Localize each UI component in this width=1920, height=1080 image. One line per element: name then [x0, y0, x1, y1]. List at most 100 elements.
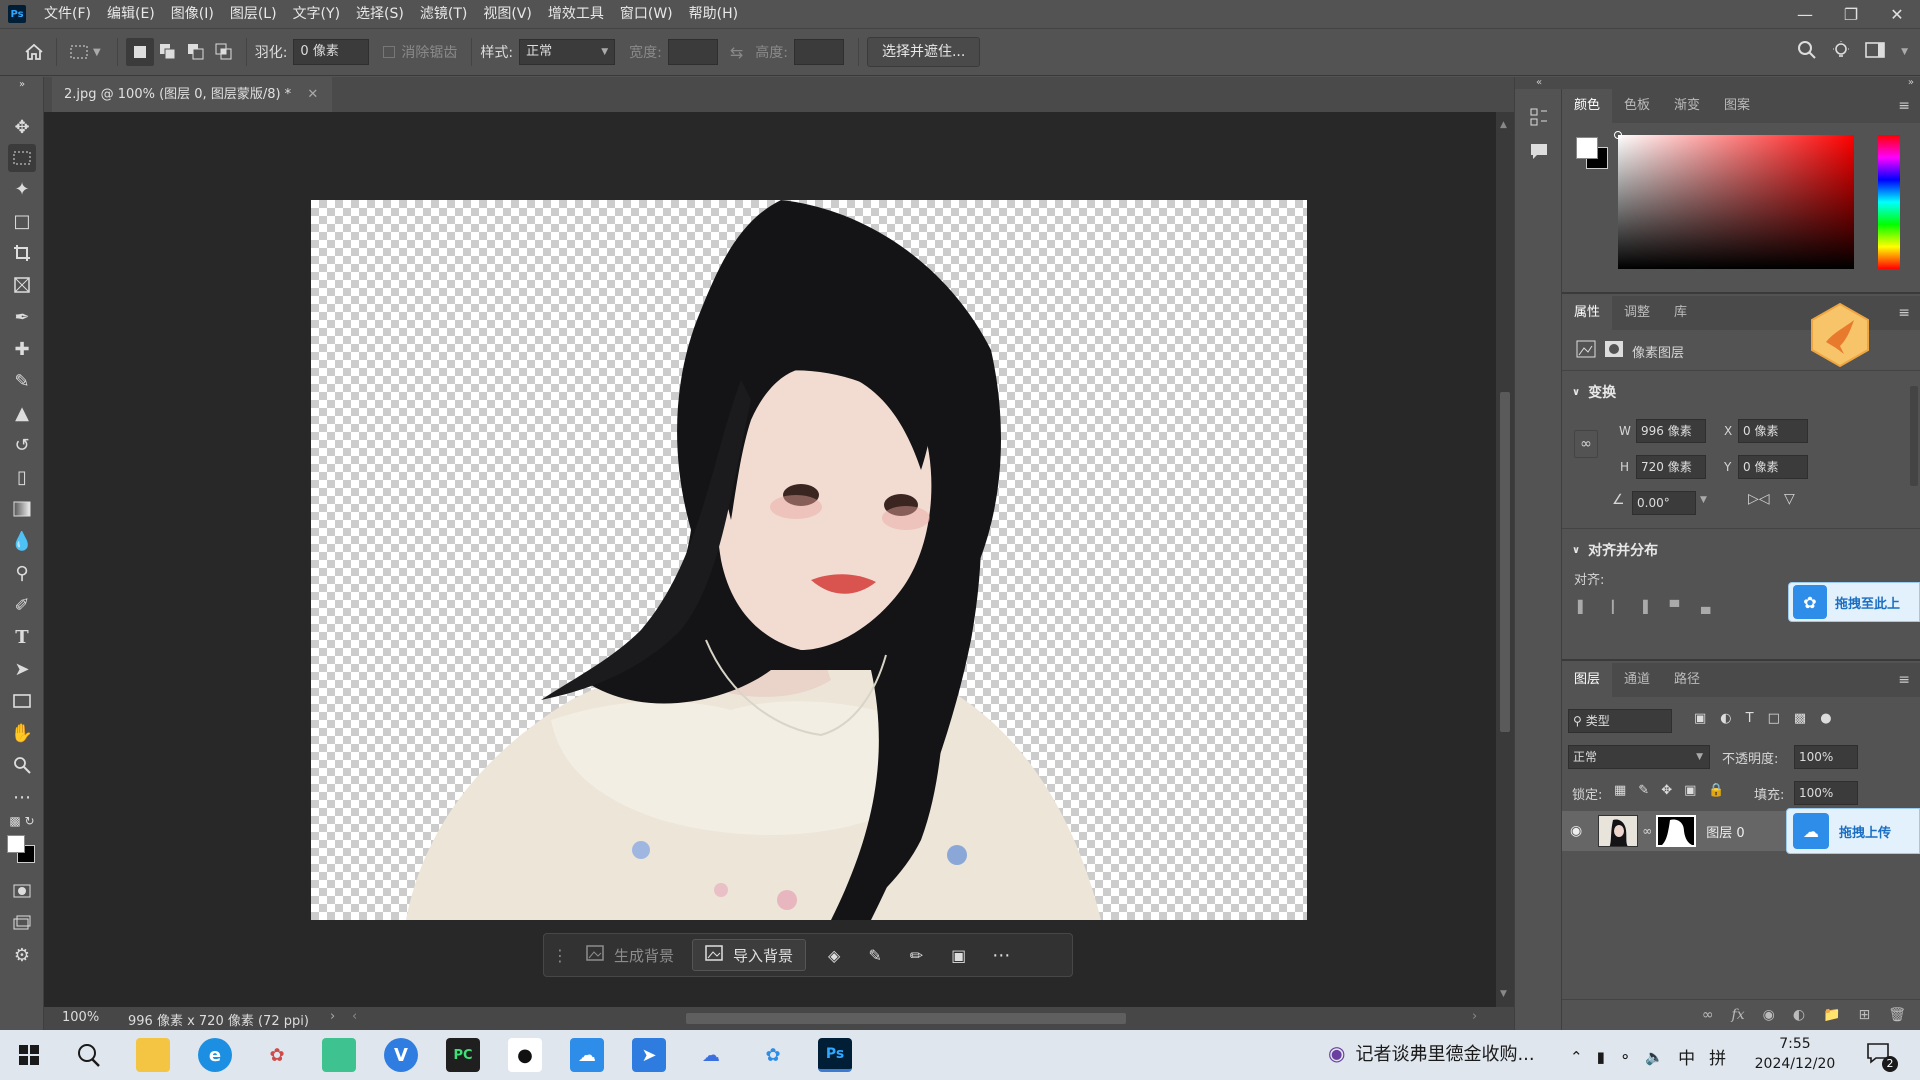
generate-background-button[interactable]: 生成背景 — [574, 939, 686, 971]
home-icon[interactable] — [20, 38, 48, 66]
object-selection-tool-icon[interactable]: ✦ — [8, 175, 36, 203]
app-v-icon[interactable]: V — [384, 1038, 418, 1072]
scroll-down-icon[interactable]: ▼ — [1500, 989, 1507, 999]
align-bottom-icon[interactable]: ▄ — [1701, 600, 1710, 614]
path-selection-tool-icon[interactable]: ➤ — [8, 655, 36, 683]
lock-pixels-icon[interactable]: ✎ — [1638, 783, 1649, 798]
menu-image[interactable]: 图像(I) — [163, 0, 222, 28]
layer-thumbnail[interactable] — [1598, 815, 1639, 847]
battery-icon[interactable]: ▮ — [1597, 1048, 1605, 1066]
add-mask-icon[interactable]: ◉ — [1763, 1007, 1775, 1023]
move-tool-icon[interactable]: ✥ — [8, 113, 36, 141]
zoom-level[interactable]: 100% — [62, 1010, 99, 1025]
crop-tool-icon[interactable] — [8, 239, 36, 267]
menu-layer[interactable]: 图层(L) — [222, 0, 285, 28]
blend-mode-select[interactable]: 正常 ▼ — [1568, 745, 1710, 769]
screen-mode-icon[interactable] — [8, 909, 36, 937]
menu-file[interactable]: 文件(F) — [36, 0, 99, 28]
panel-menu-icon[interactable]: ≡ — [1898, 98, 1910, 114]
restore-icon[interactable]: ❐ — [1828, 5, 1874, 24]
subtract-selection-icon[interactable] — [182, 38, 210, 66]
zoom-tool-icon[interactable] — [8, 751, 36, 779]
antialias-checkbox[interactable] — [383, 46, 396, 58]
rectangle-tool-icon[interactable] — [8, 687, 36, 715]
search-icon[interactable] — [1797, 40, 1817, 64]
snipping-tool-icon[interactable]: ✿ — [260, 1038, 294, 1072]
panda-app-icon[interactable]: ● — [508, 1038, 542, 1072]
tab-layers[interactable]: 图层 — [1562, 663, 1613, 697]
frame-tool-icon[interactable] — [8, 271, 36, 299]
feather-input[interactable]: 0 像素 — [293, 39, 370, 65]
fill-field[interactable]: 100% — [1794, 781, 1858, 805]
status-menu-arrow-icon[interactable]: › — [330, 1009, 335, 1024]
history-panel-icon[interactable] — [1529, 107, 1549, 131]
align-top-icon[interactable]: ▀ — [1670, 600, 1679, 614]
filter-toggle-icon[interactable]: ● — [1820, 711, 1831, 726]
lock-transparency-icon[interactable]: ▦ — [1614, 783, 1626, 798]
style-select[interactable]: 正常 ▼ — [519, 39, 616, 65]
visibility-eye-icon[interactable]: ◉ — [1570, 823, 1582, 839]
feishu-icon[interactable]: ➤ — [632, 1038, 666, 1072]
tab-channels[interactable]: 通道 — [1612, 663, 1662, 697]
layer-filter-select[interactable]: ⚲ 类型 — [1568, 709, 1672, 733]
align-right-icon[interactable]: ▐ — [1638, 600, 1647, 614]
onedrive-icon[interactable]: ☁ — [694, 1038, 728, 1072]
collapse-arrows-icon[interactable]: « — [1515, 77, 1563, 89]
width-field[interactable]: 996 像素 — [1636, 419, 1706, 443]
delete-layer-icon[interactable]: 🗑 — [1888, 1007, 1906, 1023]
ime-language[interactable]: 中 — [1678, 1044, 1695, 1069]
quick-selection-tool-icon[interactable]: □ — [8, 207, 36, 235]
collapse-arrows-icon[interactable]: » — [1562, 77, 1920, 89]
menu-type[interactable]: 文字(Y) — [285, 0, 348, 28]
document-dimensions[interactable]: 996 像素 x 720 像素 (72 ppi) — [128, 1010, 309, 1029]
align-center-h-icon[interactable]: ┃ — [1609, 600, 1616, 614]
transform-section-header[interactable]: ∨ 变换 — [1572, 382, 1616, 402]
baidu-netdisk-icon[interactable]: ✿ — [756, 1038, 790, 1072]
menu-filter[interactable]: 滤镜(T) — [412, 0, 475, 28]
tab-properties[interactable]: 属性 — [1562, 296, 1613, 330]
dodge-tool-icon[interactable]: ⚲ — [8, 559, 36, 587]
menu-plugins[interactable]: 增效工具 — [540, 0, 612, 28]
tab-gradients[interactable]: 渐变 — [1662, 89, 1712, 123]
close-window-icon[interactable]: ✕ — [1874, 5, 1920, 24]
import-background-button[interactable]: 导入背景 — [692, 939, 807, 971]
edge-browser-icon[interactable]: e — [198, 1038, 232, 1072]
eyedropper-tool-icon[interactable]: ✒ — [8, 303, 36, 331]
history-brush-tool-icon[interactable]: ↺ — [8, 431, 36, 459]
fill-mask-icon[interactable]: ◈ — [828, 946, 840, 965]
layer-mask-thumbnail[interactable] — [1656, 815, 1697, 847]
scroll-right-icon[interactable]: › — [1472, 1009, 1477, 1024]
x-position-field[interactable]: 0 像素 — [1738, 419, 1808, 443]
type-tool-icon[interactable]: T — [8, 623, 36, 651]
drag-upload-overlay[interactable]: ✿ 拖拽至此上 — [1788, 582, 1920, 622]
notification-center-icon[interactable]: 2 — [1866, 1042, 1898, 1072]
align-section-header[interactable]: ∨ 对齐并分布 — [1572, 540, 1658, 560]
photoshop-taskbar-icon[interactable]: Ps — [818, 1038, 852, 1072]
gradient-tool-icon[interactable] — [8, 495, 36, 523]
filter-pixel-icon[interactable]: ▣ — [1694, 711, 1706, 726]
chevron-down-icon[interactable]: ▼ — [93, 47, 101, 58]
add-to-mask-icon[interactable]: ✏ — [910, 946, 923, 965]
opacity-field[interactable]: 100% — [1794, 745, 1858, 769]
flip-vertical-icon[interactable]: ▽ — [1784, 491, 1795, 507]
lock-all-icon[interactable]: 🔒 — [1708, 783, 1724, 798]
rectangular-marquee-tool-icon[interactable] — [8, 144, 36, 172]
chevron-down-icon[interactable]: ▼ — [1901, 47, 1908, 57]
menu-select[interactable]: 选择(S) — [348, 0, 412, 28]
vertical-scroll-thumb[interactable] — [1500, 392, 1510, 732]
align-left-icon[interactable]: ▌ — [1578, 600, 1587, 614]
color-field[interactable] — [1614, 131, 1854, 269]
hand-tool-icon[interactable]: ✋ — [8, 719, 36, 747]
link-layers-icon[interactable]: ∞ — [1702, 1007, 1714, 1023]
wifi-icon[interactable]: ⚬ — [1619, 1048, 1632, 1066]
mask-options-icon[interactable]: ▣ — [951, 946, 966, 965]
drag-upload-overlay[interactable]: ☁ 拖拽上传 — [1786, 808, 1920, 854]
menu-window[interactable]: 窗口(W) — [612, 0, 681, 28]
tab-libraries[interactable]: 库 — [1662, 296, 1699, 330]
new-group-icon[interactable]: 📁 — [1823, 1007, 1840, 1023]
default-colors-icon[interactable]: ▩ ↻ — [8, 811, 36, 831]
filter-smart-object-icon[interactable]: ▩ — [1794, 711, 1806, 726]
tab-patterns[interactable]: 图案 — [1712, 89, 1762, 123]
menu-help[interactable]: 帮助(H) — [681, 0, 746, 28]
panel-menu-icon[interactable]: ≡ — [1898, 305, 1910, 321]
